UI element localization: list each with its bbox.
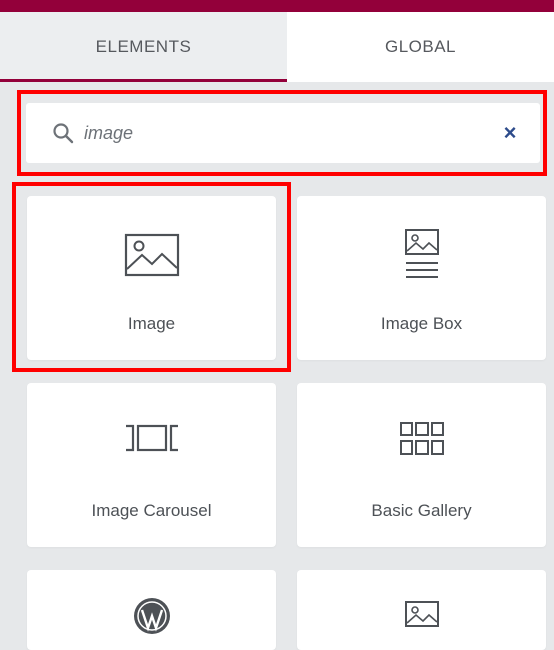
tab-elements[interactable]: ELEMENTS [0,12,287,82]
widget-label: Image [127,314,176,333]
tab-global[interactable]: GLOBAL [287,12,554,82]
basic-gallery-icon [399,422,444,455]
widget-image-box[interactable]: Image Box [297,196,546,360]
search-highlight-frame [17,90,547,176]
widget-label: Image Box [380,314,463,333]
widget-label: Image Carousel [91,501,212,520]
active-tab-indicator [0,79,287,82]
widget-image[interactable]: Image [27,196,276,360]
tab-elements-label: ELEMENTS [95,37,192,56]
image-box-icon [404,229,439,278]
widget-wordpress[interactable] [27,570,276,650]
widget-image-2[interactable] [297,570,546,650]
widget-label: Basic Gallery [371,501,472,520]
panel-tabs: ELEMENTS GLOBAL [0,12,554,82]
image-carousel-icon [125,424,178,452]
widget-image-carousel[interactable]: Image Carousel [27,383,276,547]
wordpress-icon [133,598,170,634]
image-icon [124,233,179,277]
tab-global-label: GLOBAL [384,37,457,56]
top-accent-bar [0,0,554,12]
image-icon [404,601,439,627]
widget-basic-gallery[interactable]: Basic Gallery [297,383,546,547]
